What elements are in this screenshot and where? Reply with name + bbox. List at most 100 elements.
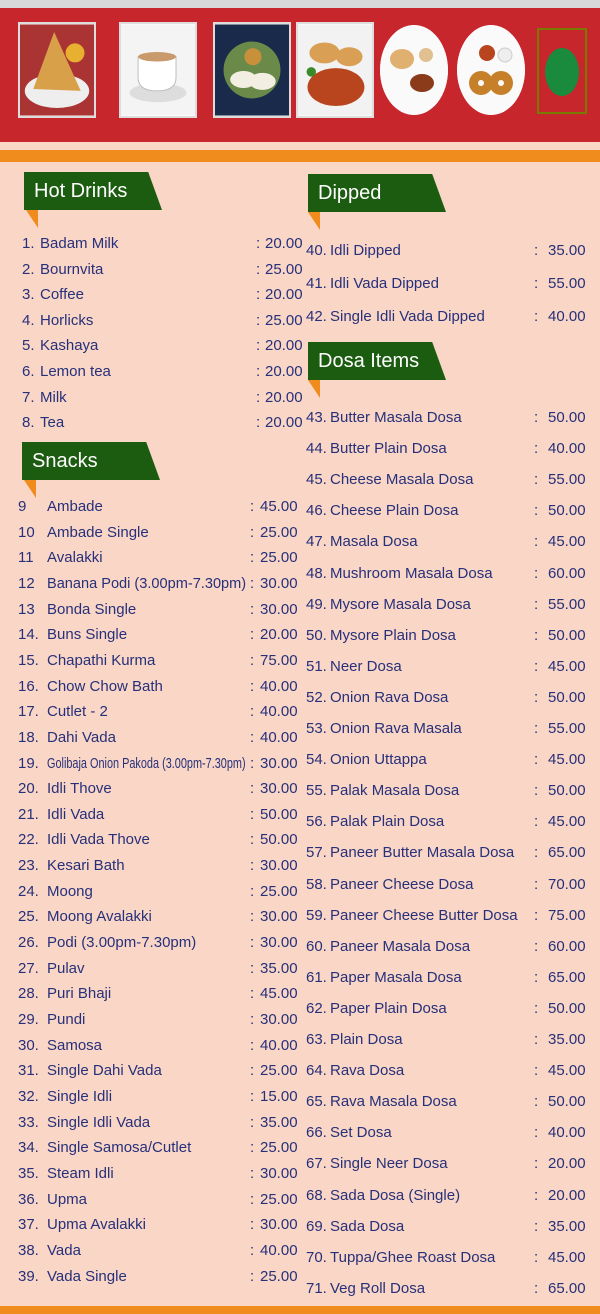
- item-separator: :: [534, 564, 539, 582]
- item-number: 45.: [306, 471, 327, 489]
- item-price: 20.00: [265, 235, 303, 252]
- item-number: 9: [18, 498, 27, 515]
- item-number: 18.: [18, 728, 39, 746]
- item-price: 20.00: [265, 414, 303, 432]
- item-price: 60.00: [548, 937, 586, 955]
- menu-item: 57. Paneer Butter Masala Dosa:65.00: [306, 840, 586, 865]
- item-price: 55.00: [548, 720, 586, 737]
- top-strip: [0, 0, 600, 8]
- item-separator: :: [534, 720, 539, 737]
- item-price: 25.00: [260, 1267, 298, 1285]
- item-name: Samosa: [47, 1036, 103, 1054]
- item-number: 54.: [306, 751, 327, 769]
- item-separator: :: [250, 959, 255, 977]
- item-name: Single Idli Vada Dipped: [330, 308, 485, 325]
- item-separator: :: [250, 1036, 255, 1054]
- menu-item: 9 Ambade:45.00: [18, 494, 298, 519]
- item-price: 30.00: [260, 1164, 298, 1182]
- menu-item: 2. Bournvita:25.00: [22, 257, 303, 282]
- snacks-heading: Snacks: [22, 442, 160, 480]
- item-separator: :: [534, 844, 539, 862]
- item-number: 67.: [306, 1155, 327, 1173]
- item-name: Tea: [40, 414, 65, 432]
- menu-item: 1. Badam Milk:20.00: [22, 231, 303, 256]
- item-price: 65.00: [548, 1279, 586, 1297]
- item-price: 20.00: [265, 337, 303, 355]
- item-separator: :: [250, 882, 255, 900]
- menu-item: 65. Rava Masala Dosa:50.00: [306, 1089, 586, 1114]
- item-name: Plain Dosa: [330, 1031, 403, 1048]
- menu-item: 37. Upma Avalakki:30.00: [18, 1212, 298, 1237]
- item-name: Sada Dosa (Single): [330, 1186, 461, 1204]
- item-name: Coffee: [40, 286, 84, 304]
- item-name: Sada Dosa: [330, 1217, 405, 1235]
- menu-item: 52. Onion Rava Dosa:50.00: [306, 685, 586, 710]
- item-name: Puri Bhaji: [47, 985, 112, 1003]
- item-separator: :: [256, 414, 261, 432]
- item-number: 47.: [306, 533, 327, 551]
- item-separator: :: [534, 626, 539, 644]
- item-price: 30.00: [260, 857, 298, 875]
- item-number: 23.: [18, 857, 39, 875]
- menu-item: 46. Cheese Plain Dosa:50.00: [306, 498, 586, 523]
- item-name: Palak Plain Dosa: [330, 813, 445, 831]
- item-name: Kesari Bath: [47, 857, 125, 875]
- item-price: 60.00: [548, 564, 586, 582]
- item-separator: :: [250, 780, 255, 798]
- item-number: 32.: [18, 1087, 39, 1105]
- item-price: 50.00: [260, 805, 298, 823]
- item-number: 63.: [306, 1031, 327, 1048]
- item-price: 75.00: [260, 651, 298, 669]
- header-banner: [0, 8, 600, 142]
- item-price: 50.00: [548, 626, 586, 644]
- item-price: 30.00: [260, 754, 298, 772]
- item-number: 35.: [18, 1164, 39, 1182]
- item-separator: :: [534, 751, 539, 769]
- item-name: Cutlet - 2: [47, 703, 108, 721]
- menu-item: 19. Golibaja Onion Pakoda (3.00pm-7.30pm)…: [18, 751, 298, 776]
- item-price: 25.00: [260, 549, 298, 567]
- menu-item: 11 Avalakki:25.00: [18, 545, 298, 570]
- item-name: Dahi Vada: [47, 728, 116, 746]
- item-price: 35.00: [548, 1217, 586, 1235]
- item-name: Idli Vada: [47, 805, 105, 823]
- item-separator: :: [250, 831, 255, 849]
- item-number: 13: [18, 600, 35, 618]
- item-price: 45.00: [548, 533, 586, 551]
- item-number: 46.: [306, 502, 327, 520]
- item-price: 40.00: [260, 728, 298, 746]
- item-number: 21.: [18, 805, 39, 823]
- item-separator: :: [534, 688, 539, 706]
- item-name: Buns Single: [47, 626, 128, 644]
- item-price: 50.00: [548, 999, 586, 1017]
- item-price: 20.00: [260, 626, 298, 644]
- item-price: 30.00: [260, 1216, 298, 1234]
- item-separator: :: [534, 875, 539, 893]
- item-number: 59.: [306, 906, 327, 924]
- item-name: Ambade: [47, 498, 103, 515]
- item-number: 34.: [18, 1139, 39, 1157]
- item-separator: :: [250, 498, 255, 515]
- item-separator: :: [534, 999, 539, 1017]
- dosa-items-fold: [308, 380, 320, 398]
- item-name: Pulav: [47, 959, 85, 977]
- menu-item: 7. Milk:20.00: [22, 385, 303, 410]
- menu-item: 23. Kesari Bath:30.00: [18, 853, 298, 878]
- item-separator: :: [250, 1011, 255, 1028]
- item-price: 25.00: [260, 1190, 298, 1208]
- item-name: Palak Masala Dosa: [330, 782, 460, 800]
- item-separator: :: [250, 805, 255, 823]
- item-name: Pundi: [47, 1011, 86, 1028]
- item-price: 20.00: [265, 363, 303, 380]
- item-name: Paneer Masala Dosa: [330, 937, 471, 955]
- item-price: 45.00: [260, 498, 298, 515]
- item-price: 45.00: [548, 1062, 586, 1080]
- item-price: 25.00: [260, 1139, 298, 1157]
- menu-item: 63. Plain Dosa:35.00: [306, 1027, 586, 1052]
- item-name: Paneer Butter Masala Dosa: [330, 844, 515, 862]
- item-number: 49.: [306, 595, 327, 613]
- item-price: 40.00: [548, 308, 586, 325]
- item-price: 40.00: [260, 1036, 298, 1054]
- item-number: 70.: [306, 1248, 327, 1266]
- item-separator: :: [534, 242, 539, 259]
